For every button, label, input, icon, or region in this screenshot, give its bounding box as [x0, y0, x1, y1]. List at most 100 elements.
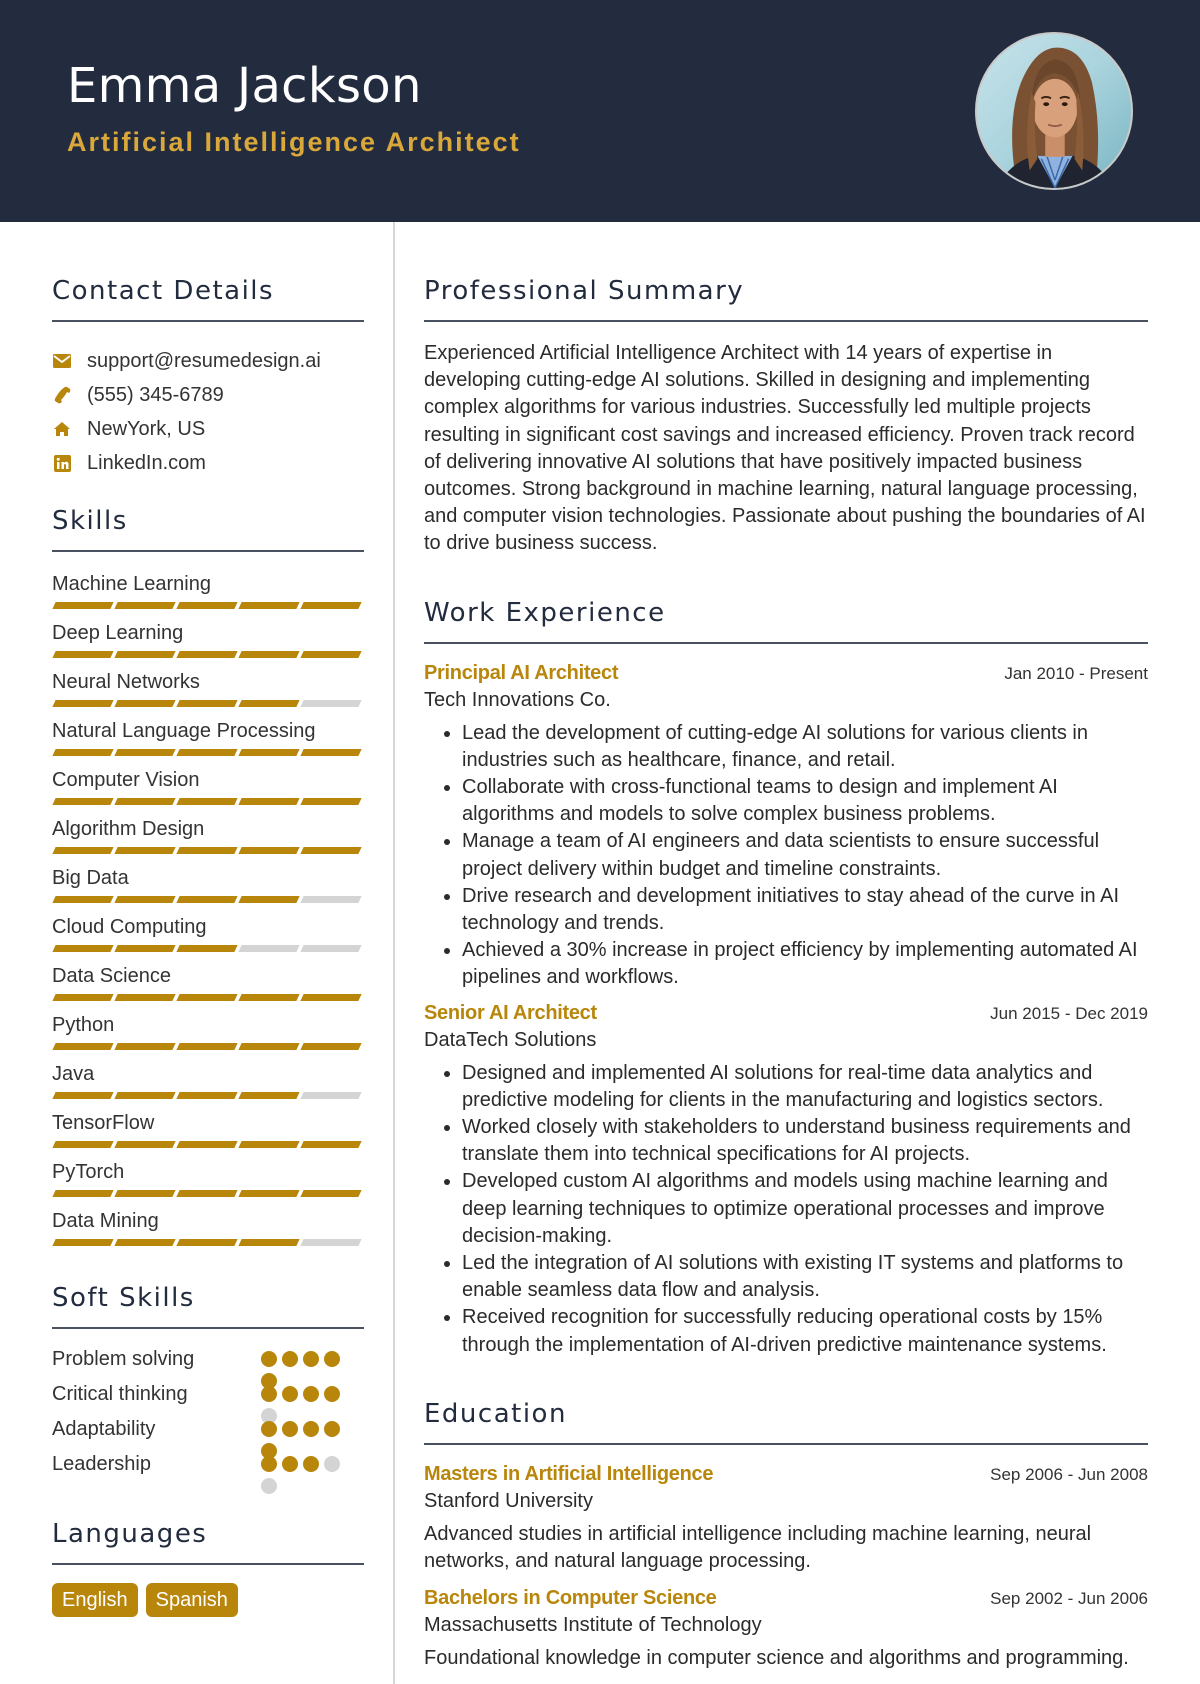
right-column: Professional Summary Experienced Artific…: [424, 222, 1148, 1673]
rating-segment-filled: [300, 847, 362, 854]
rating-segment-filled: [176, 749, 238, 756]
rating-segment-filled: [114, 1190, 176, 1197]
rating-segment-filled: [52, 945, 114, 952]
rating-dot-filled: [324, 1386, 340, 1402]
rating-segment-filled: [176, 896, 238, 903]
rating-segment-filled: [176, 1092, 238, 1099]
rating-segment-filled: [52, 1043, 114, 1050]
skill-rating-bar: [52, 1092, 364, 1100]
contact-phone[interactable]: (555) 345-6789: [52, 378, 364, 412]
skill-item: Natural Language Processing: [52, 717, 364, 757]
skill-rating-bar: [52, 847, 364, 855]
rating-segment-filled: [300, 749, 362, 756]
soft-skill-name: Problem solving: [52, 1348, 195, 1370]
education-degree: Bachelors in Computer Science: [424, 1587, 717, 1610]
job-entry: Senior AI Architect Jun 2015 - Dec 2019 Da…: [424, 1002, 1148, 1359]
rating-dot-filled: [261, 1351, 277, 1367]
soft-skill-item: Critical thinking: [52, 1380, 364, 1424]
contact-email[interactable]: support@resumedesign.ai: [52, 344, 364, 378]
rating-segment-filled: [114, 798, 176, 805]
summary-section: Professional Summary Experienced Artific…: [424, 276, 1148, 558]
job-bullet: Collaborate with cross-functional teams …: [462, 774, 1148, 828]
skill-item: Neural Networks: [52, 668, 364, 708]
skills-heading: Skills: [52, 506, 128, 536]
skill-item: PyTorch: [52, 1158, 364, 1198]
rating-segment-filled: [238, 749, 300, 756]
skill-item: Python: [52, 1011, 364, 1051]
soft-skill-item: Adaptability: [52, 1415, 364, 1459]
languages-section: Languages English Spanish: [52, 1519, 364, 1617]
rating-segment-filled: [52, 1141, 114, 1148]
rating-segment-filled: [238, 602, 300, 609]
skill-rating-bar: [52, 945, 364, 953]
contact-location: NewYork, US: [52, 412, 364, 446]
rating-segment-filled: [238, 798, 300, 805]
candidate-title: Artificial Intelligence Architect: [67, 127, 521, 157]
section-rule: [52, 1563, 364, 1565]
contact-email-text: support@resumedesign.ai: [87, 349, 321, 372]
education-heading: Education: [424, 1398, 567, 1429]
rating-segment-filled: [114, 945, 176, 952]
section-rule: [52, 1327, 364, 1329]
column-divider: [393, 222, 395, 1684]
contact-phone-text: (555) 345-6789: [87, 383, 224, 406]
education-description: Foundational knowledge in computer scien…: [424, 1647, 1129, 1670]
rating-segment-filled: [176, 700, 238, 707]
education-list: Masters in Artificial Intelligence Sep 20…: [424, 1463, 1148, 1673]
rating-segment-filled: [300, 798, 362, 805]
rating-segment-filled: [238, 700, 300, 707]
contact-linkedin[interactable]: LinkedIn.com: [52, 446, 364, 480]
education-dates: Sep 2006 - Jun 2008: [990, 1464, 1148, 1484]
skill-name: Natural Language Processing: [52, 720, 316, 742]
summary-text: Experienced Artificial Intelligence Arch…: [424, 342, 1146, 555]
left-column: Contact Details support@resumedesign.ai …: [52, 222, 364, 1617]
rating-segment-empty: [300, 1092, 362, 1099]
resume-header: Emma Jackson Artificial Intelligence Arc…: [0, 0, 1200, 222]
contact-section: Contact Details support@resumedesign.ai …: [52, 276, 364, 480]
job-bullet: Manage a team of AI engineers and data s…: [462, 828, 1148, 882]
soft-skills-heading: Soft Skills: [52, 1283, 195, 1313]
rating-segment-filled: [176, 602, 238, 609]
rating-dot-filled: [261, 1421, 277, 1437]
job-bullet: Designed and implemented AI solutions fo…: [462, 1060, 1148, 1114]
rating-dot-filled: [324, 1351, 340, 1367]
rating-segment-filled: [238, 847, 300, 854]
job-bullet: Received recognition for successfully re…: [462, 1304, 1148, 1358]
soft-skills-section: Soft Skills Problem solving Critical thin…: [52, 1283, 364, 1494]
job-bullet: Developed custom AI algorithms and model…: [462, 1168, 1148, 1250]
languages-heading: Languages: [52, 1519, 208, 1549]
skill-name: Computer Vision: [52, 769, 200, 791]
language-badge: English: [52, 1583, 138, 1617]
section-rule: [52, 550, 364, 552]
section-rule: [424, 320, 1148, 322]
education-school: Stanford University: [424, 1489, 593, 1512]
job-bullets: Lead the development of cutting-edge AI …: [424, 720, 1148, 992]
skill-item: Computer Vision: [52, 766, 364, 806]
skill-rating-bar: [52, 1190, 364, 1198]
skill-name: Machine Learning: [52, 573, 211, 595]
rating-segment-filled: [52, 1239, 114, 1246]
job-title: Senior AI Architect: [424, 1001, 597, 1024]
home-icon: [52, 419, 72, 439]
rating-segment-filled: [114, 1092, 176, 1099]
rating-segment-filled: [238, 1141, 300, 1148]
skill-name: Cloud Computing: [52, 916, 207, 938]
soft-skills-list: Problem solving Critical thinking Adaptabi…: [52, 1345, 364, 1494]
skill-name: Data Science: [52, 965, 171, 987]
rating-segment-filled: [176, 945, 238, 952]
skill-name: Python: [52, 1014, 115, 1036]
skill-item: Machine Learning: [52, 570, 364, 610]
rating-segment-empty: [300, 1239, 362, 1246]
contact-heading: Contact Details: [52, 276, 275, 306]
skill-rating-bar: [52, 1043, 364, 1051]
rating-dot-filled: [303, 1456, 319, 1472]
rating-segment-filled: [114, 994, 176, 1001]
education-header: Masters in Artificial Intelligence Sep 20…: [424, 1463, 1148, 1486]
section-rule: [52, 320, 364, 322]
skill-name: Deep Learning: [52, 622, 184, 644]
rating-segment-filled: [114, 1043, 176, 1050]
soft-skill-rating-dots: [261, 1415, 349, 1459]
rating-segment-filled: [114, 749, 176, 756]
rating-segment-filled: [300, 1043, 362, 1050]
skill-name: TensorFlow: [52, 1112, 155, 1134]
